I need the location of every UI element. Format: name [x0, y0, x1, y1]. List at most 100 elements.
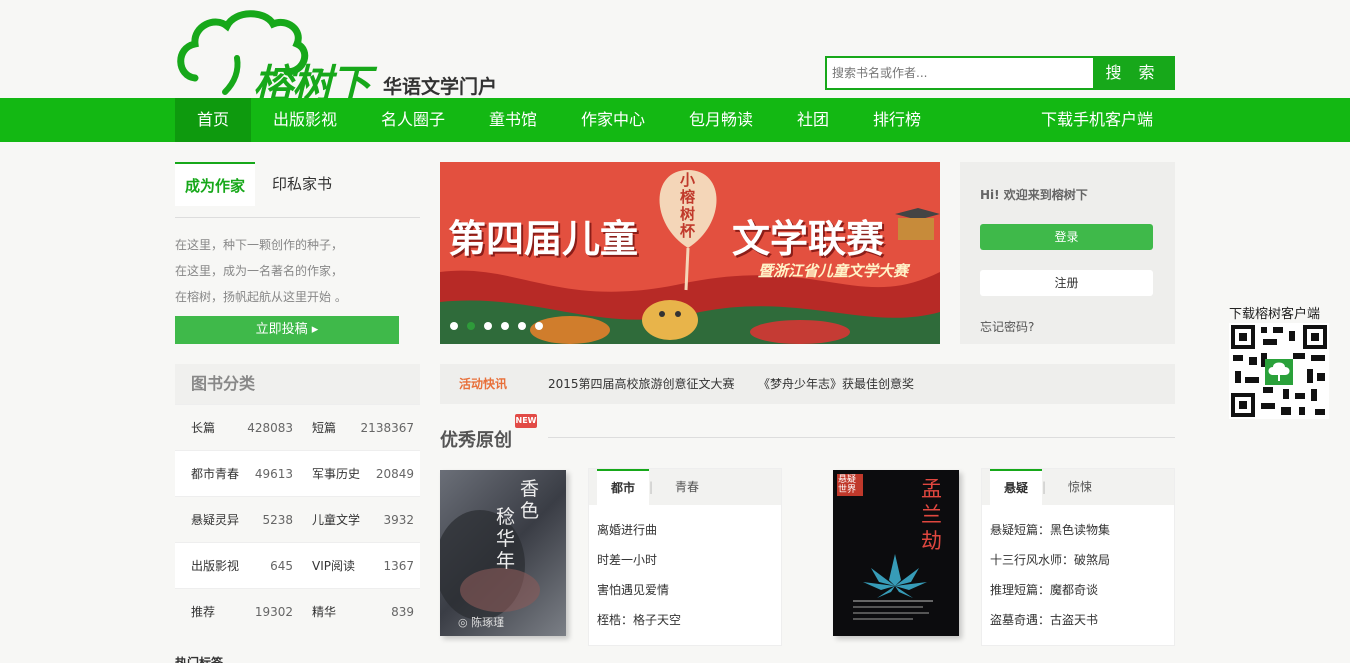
slide-dot[interactable]: [484, 322, 492, 330]
submit-manuscript-button[interactable]: 立即投稿 ▸: [175, 316, 399, 344]
list-item[interactable]: 离婚进行曲: [597, 515, 781, 545]
tab-thriller[interactable]: 惊悚: [1068, 469, 1092, 505]
slide-dot[interactable]: [467, 322, 475, 330]
category-count: 49613: [254, 467, 293, 481]
list-item[interactable]: 推理短篇：魔都奇谈: [990, 575, 1174, 605]
tab-urban[interactable]: 都市: [597, 469, 649, 505]
book-list: 悬疑短篇：黑色读物集 十三行风水师：破煞局 推理短篇：魔都奇谈 盗墓奇遇：古盗天…: [982, 505, 1174, 635]
categories-title: 图书分类: [175, 364, 420, 404]
news-link[interactable]: 《梦舟少年志》获最佳创意奖: [758, 364, 914, 404]
category-rows: 长篇 428083 短篇 2138367 都市青春 49613 军事历史 208…: [175, 404, 420, 634]
cover-subtitle: 稔华年: [496, 506, 516, 572]
intro-line: 在这里，种下一颗创作的种子，: [175, 238, 344, 252]
balloon-char: 榕: [680, 188, 696, 206]
balloon-char: 小: [680, 171, 696, 189]
nav-item-celebrity[interactable]: 名人圈子: [370, 98, 456, 142]
tab-mystery[interactable]: 悬疑: [990, 469, 1042, 505]
qr-code-graphic: [1229, 323, 1329, 419]
category-count: 20849: [375, 467, 414, 481]
writer-tabs: 成为作家 印私家书: [175, 162, 420, 218]
category-link[interactable]: VIP阅读: [312, 543, 355, 589]
table-row: 出版影视 645 VIP阅读 1367: [175, 542, 420, 588]
nav-item-ranking[interactable]: 排行榜: [862, 98, 932, 142]
main-nav: 首页 出版影视 名人圈子 童书馆 作家中心 包月畅读 社团 排行榜 下载手机客户…: [0, 98, 1350, 142]
tab-separator: |: [1042, 480, 1047, 494]
category-link[interactable]: 长篇: [191, 405, 215, 451]
table-row: 长篇 428083 短篇 2138367: [175, 404, 420, 450]
section-divider: [548, 437, 1175, 438]
table-row: 推荐 19302 精华 839: [175, 588, 420, 634]
writer-intro: 在这里，种下一颗创作的种子， 在这里，成为一名著名的作家， 在榕树，扬帆起航从这…: [175, 232, 420, 310]
table-row: 悬疑灵异 5238 儿童文学 3932: [175, 496, 420, 542]
cover-author: ◎ 陈琢瑾: [458, 616, 505, 629]
table-row: 都市青春 49613 军事历史 20849: [175, 450, 420, 496]
banner-title-right: 文学联赛: [732, 217, 885, 261]
category-link[interactable]: 儿童文学: [312, 497, 360, 543]
search-input[interactable]: [827, 58, 1095, 88]
balloon-char: 杯: [680, 222, 696, 240]
welcome-text: Hi! 欢迎来到榕树下: [980, 188, 1088, 202]
balloon-char: 树: [680, 205, 696, 223]
book-list: 离婚进行曲 时差一小时 害怕遇见爱情 桎梏：格子天空: [589, 505, 781, 635]
forgot-password-link[interactable]: 忘记密码?: [980, 318, 1034, 335]
login-panel: Hi! 欢迎来到榕树下 登录 注册 忘记密码?: [960, 162, 1175, 344]
slide-dot[interactable]: [535, 322, 543, 330]
card-tabs: 都市 | 青春: [589, 469, 781, 505]
book-list-card: 都市 | 青春 离婚进行曲 时差一小时 害怕遇见爱情 桎梏：格子天空: [588, 468, 782, 646]
book-cover[interactable]: 香色 稔华年 ◎ 陈琢瑾: [440, 470, 566, 636]
news-bar: 活动快讯 2015第四届高校旅游创意征文大赛 《梦舟少年志》获最佳创意奖: [440, 364, 1175, 404]
category-count: 19302: [254, 605, 293, 619]
book-cover[interactable]: 悬疑世界 孟兰劫: [833, 470, 959, 636]
category-count: 428083: [247, 421, 293, 435]
news-link[interactable]: 2015第四届高校旅游创意征文大赛: [548, 364, 735, 404]
list-item[interactable]: 十三行风水师：破煞局: [990, 545, 1174, 575]
category-link[interactable]: 推荐: [191, 589, 215, 635]
hot-tags-title: 热门标签: [175, 656, 224, 663]
qr-code-icon[interactable]: [1229, 323, 1329, 419]
list-item[interactable]: 悬疑短篇：黑色读物集: [990, 515, 1174, 545]
category-count: 2138367: [360, 421, 414, 435]
section-title: 优秀原创: [440, 430, 512, 451]
list-item[interactable]: 时差一小时: [597, 545, 781, 575]
list-item[interactable]: 桎梏：格子天空: [597, 605, 781, 635]
logo-slogan: 华语文学门户: [383, 76, 498, 98]
nav-item-kids-books[interactable]: 童书馆: [478, 98, 548, 142]
tab-print-book[interactable]: 印私家书: [272, 162, 332, 206]
new-badge: NEW: [515, 414, 537, 428]
search-button[interactable]: 搜 索: [1093, 56, 1173, 90]
slide-dot[interactable]: [450, 322, 458, 330]
slide-dot[interactable]: [501, 322, 509, 330]
login-button[interactable]: 登录: [980, 224, 1153, 250]
list-item[interactable]: 盗墓奇遇：古盗天书: [990, 605, 1174, 635]
book-list-card: 悬疑 | 惊悚 悬疑短篇：黑色读物集 十三行风水师：破煞局 推理短篇：魔都奇谈 …: [981, 468, 1175, 646]
banner-balloon-text: 小 榕 树 杯: [680, 172, 698, 240]
category-link[interactable]: 都市青春: [191, 451, 239, 497]
tab-become-writer[interactable]: 成为作家: [175, 162, 255, 206]
category-link[interactable]: 精华: [312, 589, 336, 635]
nav-item-monthly[interactable]: 包月畅读: [678, 98, 764, 142]
category-count: 1367: [383, 559, 414, 573]
book-categories: 图书分类 长篇 428083 短篇 2138367 都市青春 49613 军事历…: [175, 364, 420, 634]
tab-separator: |: [649, 480, 654, 494]
slide-dot[interactable]: [518, 322, 526, 330]
category-link[interactable]: 军事历史: [312, 451, 360, 497]
tab-youth[interactable]: 青春: [675, 469, 699, 505]
cover-title: 香色: [520, 478, 540, 522]
nav-item-publishing[interactable]: 出版影视: [262, 98, 348, 142]
qr-label: 下载榕树客户端: [1229, 307, 1321, 322]
banner-title-left: 第四届儿童: [448, 217, 639, 261]
register-button[interactable]: 注册: [980, 270, 1153, 296]
promo-banner[interactable]: 第四届儿童 文学联赛 小 榕 树 杯 暨浙江省儿童文学大赛: [440, 162, 940, 344]
nav-item-club[interactable]: 社团: [786, 98, 840, 142]
category-link[interactable]: 出版影视: [191, 543, 239, 589]
nav-item-writer-center[interactable]: 作家中心: [570, 98, 656, 142]
cover-corner-label: 悬疑世界: [837, 474, 863, 496]
site-logo[interactable]: 榕树下 华语文学门户: [175, 8, 505, 108]
news-label: 活动快讯: [459, 377, 508, 391]
nav-item-home[interactable]: 首页: [175, 98, 251, 142]
nav-item-download-app[interactable]: 下载手机客户端: [1030, 98, 1164, 142]
category-count: 3932: [383, 513, 414, 527]
list-item[interactable]: 害怕遇见爱情: [597, 575, 781, 605]
category-link[interactable]: 短篇: [312, 405, 336, 451]
category-link[interactable]: 悬疑灵异: [191, 497, 239, 543]
